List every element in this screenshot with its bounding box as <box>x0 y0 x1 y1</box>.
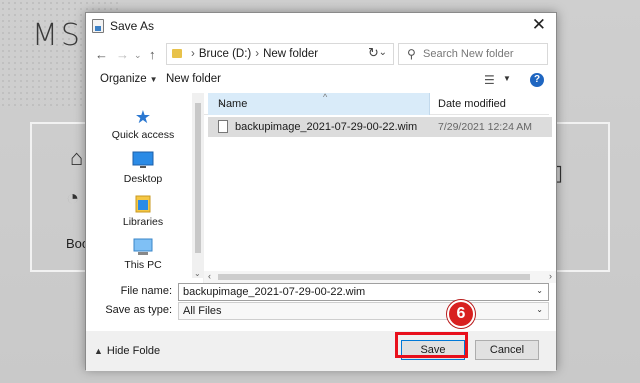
sidebar-item-label: Desktop <box>123 173 163 185</box>
column-header-date[interactable]: Date modified <box>438 98 506 110</box>
close-button[interactable]: ✕ <box>532 15 546 35</box>
search-icon: ⚲ <box>407 47 416 61</box>
file-name-value: backupimage_2021-07-29-00-22.wim <box>183 286 366 298</box>
save-as-dialog: Save As ✕ ← → ⌄ ↑ › Bruce (D:) › New folder… <box>85 12 557 371</box>
sidebar-item-quick-access[interactable]: ★ Quick access <box>100 107 186 141</box>
sidebar-item-label: Libraries <box>122 216 164 228</box>
chevron-down-icon[interactable]: ⌄ <box>536 286 543 295</box>
organize-label: Organize <box>100 73 147 85</box>
view-options-icon[interactable]: ☰ <box>484 73 495 87</box>
computer-icon <box>100 237 186 257</box>
navigation-bar: ← → ⌄ ↑ › Bruce (D:) › New folder ⌄ ↻ ⚲ <box>86 39 556 71</box>
search-input[interactable] <box>423 46 543 62</box>
chevron-down-icon[interactable]: ⌄ <box>379 47 387 58</box>
breadcrumb-item-drive[interactable]: Bruce (D:) <box>199 48 251 60</box>
sidebar-item-label: This PC <box>124 259 162 271</box>
forward-arrow-icon[interactable]: → <box>116 47 129 62</box>
sidebar-item-libraries[interactable]: Libraries <box>100 194 186 228</box>
recent-locations-chevron-icon[interactable]: ⌄ <box>134 50 142 61</box>
organize-menu[interactable]: Organize ▼ <box>100 73 158 85</box>
cancel-button[interactable]: Cancel <box>475 340 539 360</box>
star-icon: ★ <box>134 107 152 127</box>
desktop-icon <box>100 151 186 171</box>
sidebar-item-this-pc[interactable]: This PC <box>100 237 186 271</box>
file-name-label: File name: <box>120 285 172 297</box>
file-icon <box>218 120 228 133</box>
address-bar[interactable]: › Bruce (D:) › New folder ⌄ <box>166 43 394 65</box>
chevron-left-icon[interactable]: ‹ <box>208 271 211 281</box>
libraries-icon <box>100 194 186 214</box>
search-box[interactable]: ⚲ <box>398 43 548 65</box>
up-arrow-icon[interactable]: ↑ <box>149 47 156 62</box>
dialog-footer: ▲ Hide Folde Save Cancel <box>86 331 556 371</box>
scrollbar-thumb[interactable] <box>195 103 201 253</box>
save-button[interactable]: Save <box>401 340 465 360</box>
step-number-badge: 6 <box>447 300 475 328</box>
chevron-down-icon[interactable]: ⌄ <box>536 305 543 314</box>
column-headers: ^ Name ⌄ Date modified <box>204 92 549 115</box>
nav-scrollbar[interactable]: ⌄ <box>192 93 204 278</box>
browser-area: ★ Quick access Desktop Libraries This PC… <box>86 92 556 283</box>
title-bar: Save As ✕ <box>86 13 556 39</box>
dialog-title: Save As <box>110 19 155 33</box>
folder-icon <box>172 49 182 58</box>
list-item[interactable]: backupimage_2021-07-29-00-22.wim 7/29/20… <box>208 117 552 137</box>
brand-logo: MS <box>32 18 83 53</box>
scrollbar-thumb[interactable] <box>218 274 530 280</box>
background-app-icon: ⌂ <box>70 145 84 170</box>
help-icon[interactable]: ? <box>530 73 544 87</box>
file-name-field[interactable]: backupimage_2021-07-29-00-22.wim ⌄ <box>178 283 549 301</box>
command-bar: Organize ▼ New folder ☰ ▼ ? <box>86 69 556 93</box>
navigation-pane: ★ Quick access Desktop Libraries This PC… <box>86 93 204 283</box>
file-list: ^ Name ⌄ Date modified backupimage_2021-… <box>204 92 556 283</box>
sidebar-item-desktop[interactable]: Desktop <box>100 151 186 185</box>
hide-folders-toggle[interactable]: ▲ Hide Folde <box>94 345 160 357</box>
file-date: 7/29/2021 12:24 AM <box>438 121 532 133</box>
file-name: backupimage_2021-07-29-00-22.wim <box>235 121 418 133</box>
breadcrumb-item-folder[interactable]: New folder <box>263 48 318 60</box>
save-fields: File name: backupimage_2021-07-29-00-22.… <box>86 281 556 321</box>
column-header-name[interactable]: ^ Name ⌄ <box>208 92 430 115</box>
notepad-icon <box>92 19 104 33</box>
chevron-right-icon[interactable]: › <box>549 271 552 281</box>
background-app-icon: ◔ <box>66 185 80 210</box>
chevron-down-icon[interactable]: ⌄ <box>218 98 427 107</box>
save-type-select[interactable]: All Files ⌄ <box>178 302 549 320</box>
hide-folders-label: Hide Folde <box>106 345 161 357</box>
new-folder-button[interactable]: New folder <box>166 73 221 85</box>
caret-up-icon: ▲ <box>94 346 103 356</box>
back-arrow-icon[interactable]: ← <box>95 47 108 62</box>
save-type-label: Save as type: <box>105 304 172 316</box>
caret-down-icon[interactable]: ▼ <box>503 74 511 83</box>
breadcrumb: › Bruce (D:) › New folder <box>191 48 319 60</box>
save-type-value: All Files <box>183 305 222 317</box>
caret-down-icon: ▼ <box>149 75 158 84</box>
chevron-down-icon[interactable]: ⌄ <box>194 269 201 278</box>
sidebar-item-label: Quick access <box>111 129 175 141</box>
refresh-icon[interactable]: ↻ <box>368 45 379 61</box>
